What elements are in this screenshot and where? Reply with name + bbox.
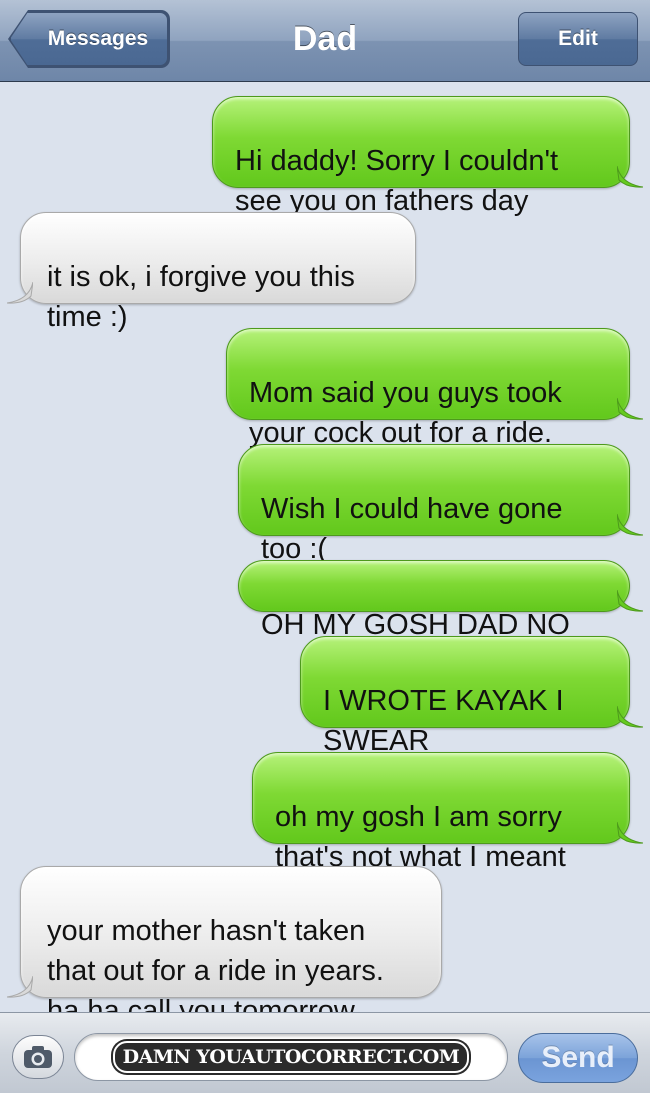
sent-message[interactable]: oh my gosh I am sorry that's not what I …: [252, 752, 643, 873]
message-text: Mom said you guys took your cock out for…: [249, 377, 562, 449]
camera-button[interactable]: [12, 1035, 64, 1079]
message-text: it is ok, i forgive you this time :): [47, 261, 355, 333]
site-watermark: DAMN YOUAUTOCORRECT.COM: [112, 1041, 470, 1073]
sent-message[interactable]: Mom said you guys took your cock out for…: [226, 328, 643, 449]
message-text: oh my gosh I am sorry that's not what I …: [275, 801, 566, 873]
bubble-tail: [617, 590, 643, 612]
sent-message[interactable]: Hi daddy! Sorry I couldn't see you on fa…: [212, 96, 643, 217]
conversation-title: Dad: [292, 20, 358, 58]
sent-message[interactable]: I WROTE KAYAK I SWEAR: [300, 636, 643, 757]
bubble-tail: [617, 822, 643, 844]
camera-icon: [24, 1046, 52, 1068]
bubble-tail: [7, 282, 33, 304]
message-text-field[interactable]: DAMN YOUAUTOCORRECT.COM: [74, 1033, 508, 1081]
message-text: your mother hasn't taken that out for a …: [47, 915, 384, 1027]
message-text: I WROTE KAYAK I SWEAR: [323, 685, 564, 757]
bubble-tail: [617, 398, 643, 420]
send-button[interactable]: Send: [518, 1033, 638, 1083]
bubble-tail: [7, 976, 33, 998]
received-message[interactable]: it is ok, i forgive you this time :): [7, 212, 416, 333]
navigation-bar: Messages Dad Edit: [0, 0, 650, 82]
conversation-screen: Messages Dad Edit Hi daddy! Sorry I coul…: [0, 0, 650, 1093]
message-text: Wish I could have gone too :(: [261, 493, 563, 565]
bubble-tail: [617, 166, 643, 188]
messages-back-button[interactable]: Messages: [10, 12, 168, 66]
sent-message[interactable]: Wish I could have gone too :(: [238, 444, 643, 565]
bubble-tail: [617, 706, 643, 728]
received-message[interactable]: your mother hasn't taken that out for a …: [7, 866, 442, 1027]
edit-button[interactable]: Edit: [518, 12, 638, 66]
message-text: Hi daddy! Sorry I couldn't see you on fa…: [235, 145, 559, 217]
message-input-bar: DAMN YOUAUTOCORRECT.COM Send: [0, 1012, 650, 1093]
sent-message[interactable]: OH MY GOSH DAD NO: [238, 560, 643, 641]
bubble-tail: [617, 514, 643, 536]
